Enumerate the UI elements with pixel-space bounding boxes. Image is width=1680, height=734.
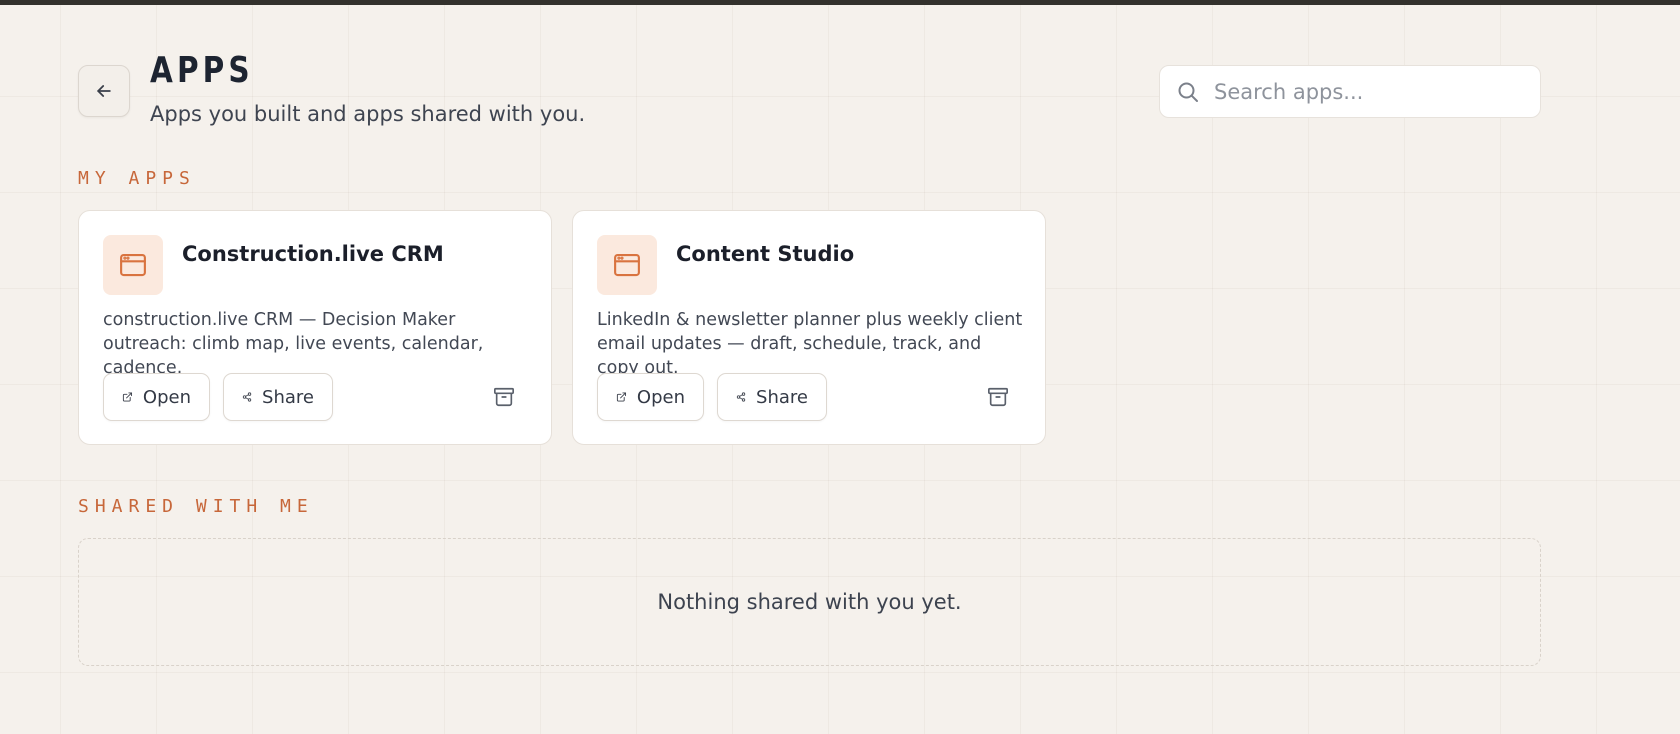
share-icon (242, 392, 252, 402)
back-button[interactable] (78, 65, 130, 117)
empty-state-text: Nothing shared with you yet. (657, 590, 962, 614)
open-button-label: Open (636, 386, 685, 408)
shared-empty-state: Nothing shared with you yet. (78, 538, 1541, 666)
app-card: Construction.live CRM construction.live … (78, 210, 552, 445)
app-card-title: Content Studio (676, 242, 855, 266)
open-button[interactable]: Open (103, 373, 210, 421)
search-bar[interactable] (1159, 65, 1541, 118)
share-button[interactable]: Share (223, 373, 333, 421)
app-icon-container (103, 235, 163, 295)
external-link-icon (122, 392, 133, 402)
archive-button[interactable] (492, 385, 516, 409)
app-window-icon (614, 253, 640, 277)
archive-button[interactable] (986, 385, 1010, 409)
app-card-description: construction.live CRM — Decision Maker o… (103, 310, 484, 378)
app-card: Content Studio LinkedIn & newsletter pla… (572, 210, 1046, 445)
external-link-icon (616, 392, 627, 402)
arrow-left-icon (97, 85, 111, 97)
share-icon (736, 392, 746, 402)
page-subtitle: Apps you built and apps shared with you. (150, 102, 586, 126)
open-button[interactable]: Open (597, 373, 704, 421)
section-label-shared: SHARED WITH ME (78, 496, 314, 517)
archive-icon (988, 387, 1008, 407)
archive-icon (494, 387, 514, 407)
open-button-label: Open (142, 386, 191, 408)
app-card-description: LinkedIn & newsletter planner plus weekl… (597, 310, 1023, 378)
app-icon-container (597, 235, 657, 295)
page-title: APPS (150, 50, 254, 91)
share-button[interactable]: Share (717, 373, 827, 421)
app-card-title: Construction.live CRM (182, 242, 444, 266)
share-button-label: Share (262, 386, 314, 408)
search-icon (1178, 82, 1198, 102)
share-button-label: Share (756, 386, 808, 408)
app-window-icon (120, 253, 146, 277)
search-input[interactable] (1212, 78, 1516, 105)
section-label-my-apps: MY APPS (78, 168, 196, 189)
top-bar (0, 0, 1680, 5)
